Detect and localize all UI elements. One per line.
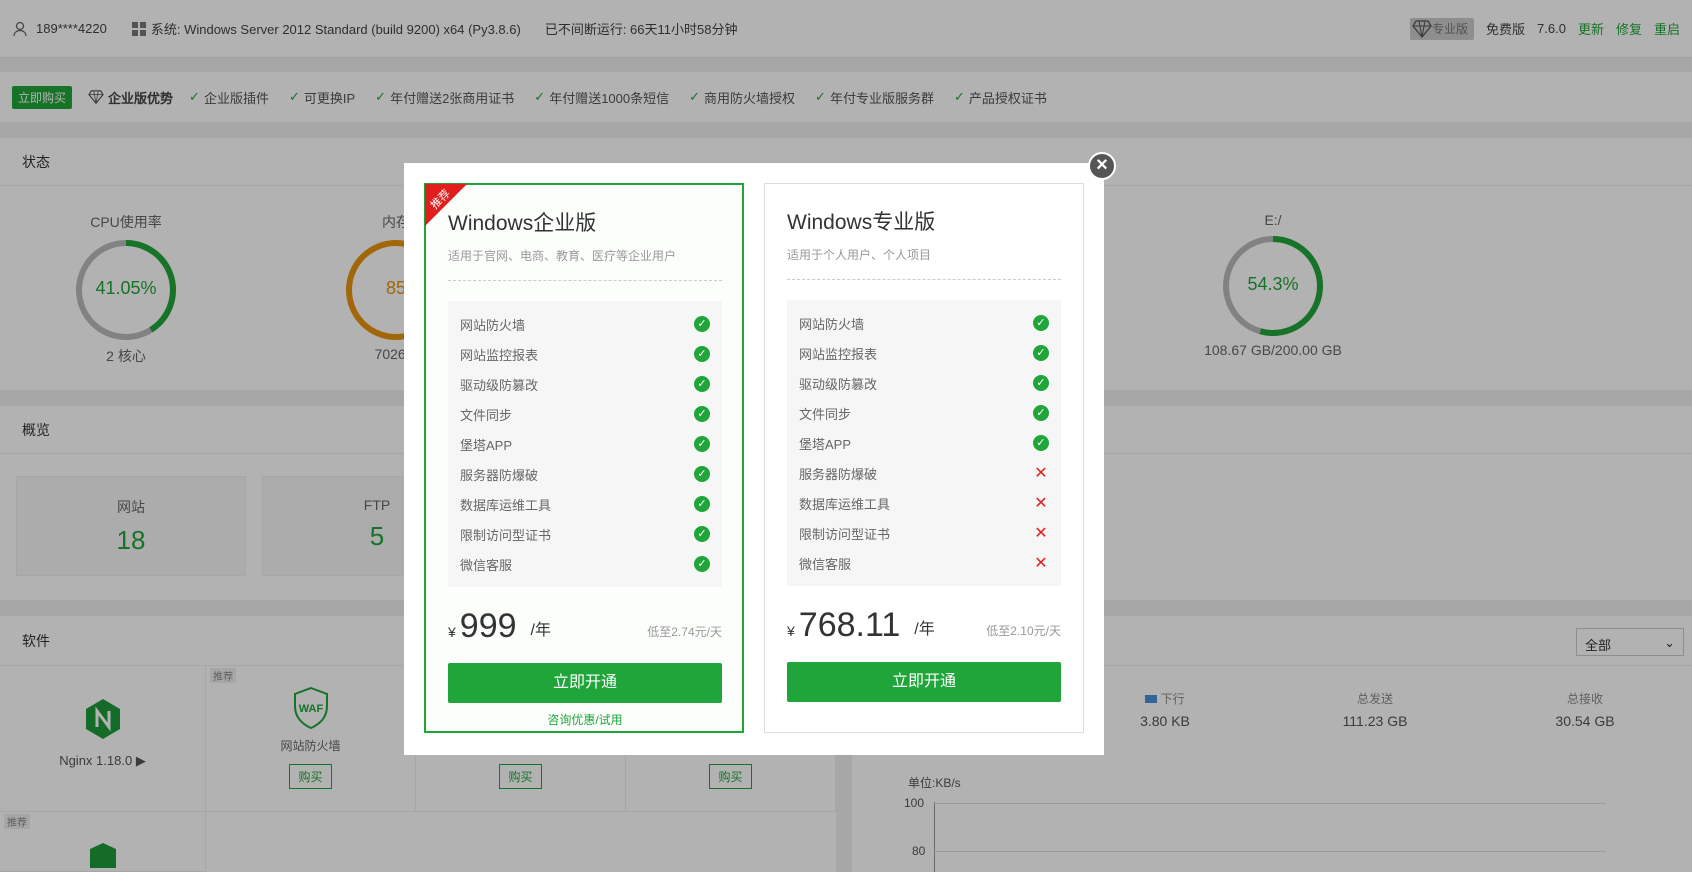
- cross-icon: ✕: [1034, 525, 1048, 542]
- enterprise-desc: 适用于官网、电商、教育、医疗等企业用户: [448, 247, 722, 281]
- price-unit: /年: [530, 622, 551, 639]
- daily-price: 低至2.10元/天: [986, 624, 1061, 638]
- enterprise-price: ¥ 999 /年 低至2.74元/天: [448, 607, 722, 646]
- feature-row: 文件同步 ✓: [460, 399, 710, 429]
- price-value: 768.11: [798, 606, 901, 644]
- price-value: 999: [459, 607, 517, 645]
- enterprise-activate-button[interactable]: 立即开通: [448, 663, 722, 703]
- check-circle-icon: ✓: [694, 436, 710, 452]
- pro-feature-list: 网站防火墙 ✓ 网站监控报表 ✓ 驱动级防篡改 ✓ 文件同步 ✓ 堡塔APP ✓ 服务器防…: [787, 300, 1061, 586]
- enterprise-title: Windows企业版: [448, 212, 597, 235]
- pro-desc: 适用于个人用户、个人项目: [787, 246, 1061, 280]
- feature-name: 堡塔APP: [460, 437, 513, 453]
- check-circle-icon: ✓: [1033, 435, 1049, 451]
- feature-row: 网站防火墙 ✓: [460, 309, 710, 339]
- feature-row: 网站防火墙 ✓: [799, 308, 1049, 338]
- pro-title: Windows专业版: [787, 211, 936, 234]
- feature-row: 驱动级防篡改 ✓: [460, 369, 710, 399]
- check-circle-icon: ✓: [694, 556, 710, 572]
- feature-name: 微信客服: [460, 557, 513, 573]
- check-circle-icon: ✓: [694, 466, 710, 482]
- cross-icon: ✕: [1034, 465, 1048, 482]
- feature-name: 文件同步: [460, 407, 513, 423]
- feature-name: 微信客服: [799, 556, 852, 572]
- check-circle-icon: ✓: [1033, 315, 1049, 331]
- pro-activate-button[interactable]: 立即开通: [787, 662, 1061, 702]
- check-circle-icon: ✓: [694, 346, 710, 362]
- feature-name: 驱动级防篡改: [799, 376, 878, 392]
- pro-price: ¥ 768.11 /年 低至2.10元/天: [787, 606, 1061, 645]
- feature-name: 驱动级防篡改: [460, 377, 539, 393]
- currency-symbol: ¥: [448, 624, 456, 640]
- feature-name: 限制访问型证书: [460, 527, 552, 543]
- feature-row: 网站监控报表 ✓: [799, 338, 1049, 368]
- feature-name: 文件同步: [799, 406, 852, 422]
- feature-row: 服务器防爆破 ✓: [460, 459, 710, 489]
- feature-name: 网站防火墙: [460, 317, 526, 333]
- feature-name: 数据库运维工具: [799, 496, 891, 512]
- check-circle-icon: ✓: [694, 526, 710, 542]
- feature-row: 驱动级防篡改 ✓: [799, 368, 1049, 398]
- feature-row: 限制访问型证书 ✕: [799, 518, 1049, 548]
- check-circle-icon: ✓: [1033, 375, 1049, 391]
- check-circle-icon: ✓: [1033, 345, 1049, 361]
- upgrade-modal: 推荐 Windows企业版 适用于官网、电商、教育、医疗等企业用户 网站防火墙 ✓…: [404, 163, 1104, 755]
- feature-name: 服务器防爆破: [460, 467, 539, 483]
- feature-row: 文件同步 ✓: [799, 398, 1049, 428]
- feature-name: 网站防火墙: [799, 316, 865, 332]
- enterprise-feature-list: 网站防火墙 ✓ 网站监控报表 ✓ 驱动级防篡改 ✓ 文件同步 ✓ 堡塔APP ✓ 服务器防…: [448, 301, 722, 587]
- feature-row: 微信客服 ✓: [460, 549, 710, 579]
- check-circle-icon: ✓: [694, 406, 710, 422]
- close-icon[interactable]: ×: [1088, 152, 1116, 180]
- feature-row: 堡塔APP ✓: [799, 428, 1049, 458]
- feature-name: 网站监控报表: [799, 346, 878, 362]
- feature-name: 限制访问型证书: [799, 526, 891, 542]
- cross-icon: ✕: [1034, 495, 1048, 512]
- feature-row: 微信客服 ✕: [799, 548, 1049, 578]
- feature-name: 服务器防爆破: [799, 466, 878, 482]
- cross-icon: ✕: [1034, 555, 1048, 572]
- check-circle-icon: ✓: [694, 316, 710, 332]
- price-unit: /年: [914, 621, 935, 638]
- currency-symbol: ¥: [787, 623, 795, 639]
- feature-name: 数据库运维工具: [460, 497, 552, 513]
- pro-plan-card[interactable]: Windows专业版 适用于个人用户、个人项目 网站防火墙 ✓ 网站监控报表 ✓ 驱…: [764, 183, 1084, 733]
- daily-price: 低至2.74元/天: [647, 625, 722, 639]
- feature-row: 限制访问型证书 ✓: [460, 519, 710, 549]
- feature-row: 数据库运维工具 ✓: [460, 489, 710, 519]
- feature-row: 服务器防爆破 ✕: [799, 458, 1049, 488]
- check-circle-icon: ✓: [1033, 405, 1049, 421]
- feature-name: 堡塔APP: [799, 436, 852, 452]
- check-circle-icon: ✓: [694, 496, 710, 512]
- feature-row: 数据库运维工具 ✕: [799, 488, 1049, 518]
- feature-row: 网站监控报表 ✓: [460, 339, 710, 369]
- feature-row: 堡塔APP ✓: [460, 429, 710, 459]
- feature-name: 网站监控报表: [460, 347, 539, 363]
- enterprise-plan-card[interactable]: 推荐 Windows企业版 适用于官网、电商、教育、医疗等企业用户 网站防火墙 ✓…: [424, 183, 744, 733]
- consult-trial-link[interactable]: 咨询优惠/试用: [448, 711, 722, 728]
- check-circle-icon: ✓: [694, 376, 710, 392]
